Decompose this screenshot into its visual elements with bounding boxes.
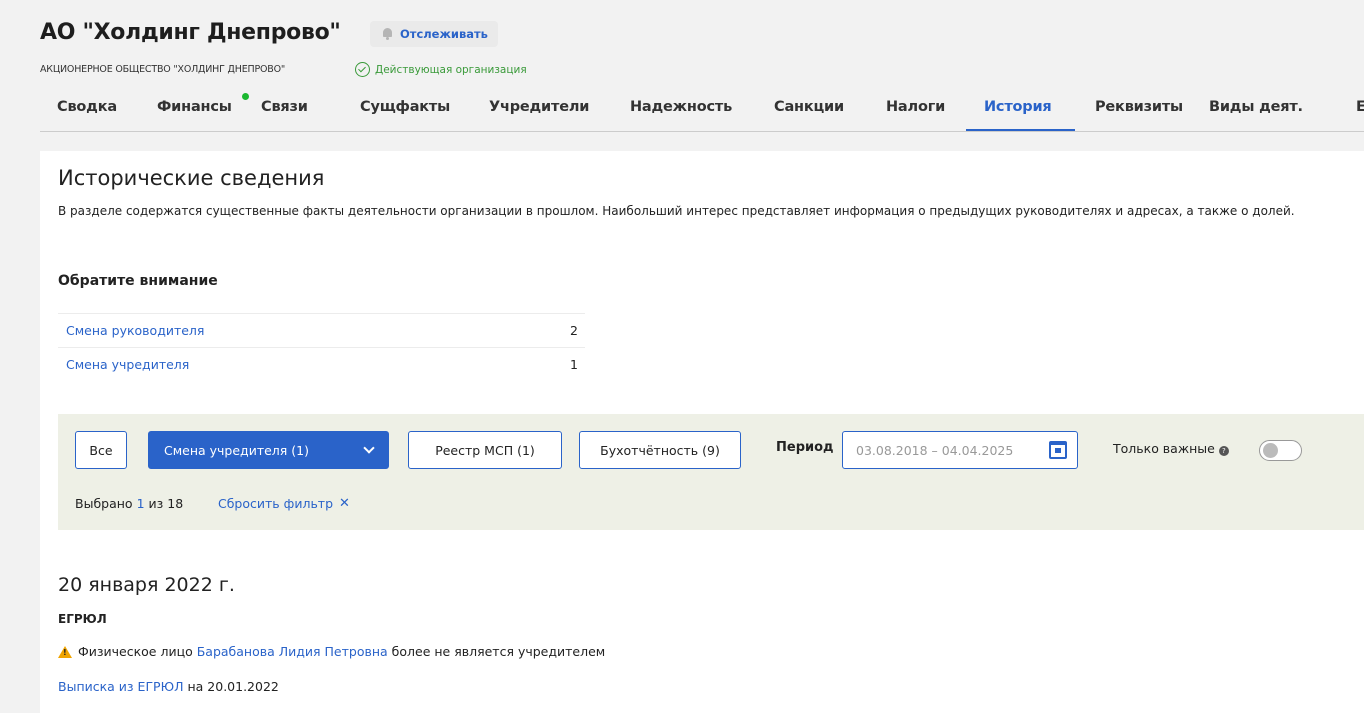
info-icon[interactable]: ? (1218, 446, 1229, 456)
tab-facts[interactable]: Сущфакты (360, 99, 450, 115)
tab-activities[interactable]: Виды деят. (1209, 99, 1303, 115)
calendar-icon[interactable] (1049, 441, 1067, 459)
event-date: 20 января 2022 г. (58, 574, 235, 596)
egrul-extract-link[interactable]: Выписка из ЕГРЮЛ (58, 679, 184, 694)
filter-panel: Все Смена учредителя (1) Реестр МСП (1) … (58, 414, 1364, 530)
selected-count-text: Выбрано 1 из 18 (75, 496, 184, 511)
period-date-input[interactable]: 03.08.2018 – 04.04.2025 (842, 431, 1078, 469)
tab-bar: Сводка Финансы Связи Сущфакты Учредители… (40, 92, 1364, 132)
active-tab-underline (966, 129, 1075, 131)
important-only-toggle[interactable] (1259, 440, 1302, 461)
tab-sanctions[interactable]: Санкции (774, 99, 844, 115)
tab-summary[interactable]: Сводка (57, 99, 117, 115)
page-title: АО "Холдинг Днепрово" (40, 20, 341, 45)
list-item: Смена руководителя 2 (58, 313, 585, 347)
org-status-badge: Действующая организация (355, 62, 527, 77)
warning-icon (58, 645, 72, 658)
close-icon: ✕ (339, 496, 350, 511)
filter-founder-change-dropdown[interactable]: Смена учредителя (1) (148, 431, 389, 469)
list-item: Смена учредителя 1 (58, 347, 585, 381)
extract-line: Выписка из ЕГРЮЛ на 20.01.2022 (58, 679, 279, 694)
tab-taxes[interactable]: Налоги (886, 99, 945, 115)
org-full-name: АКЦИОНЕРНОЕ ОБЩЕСТВО "ХОЛДИНГ ДНЕПРОВО" (40, 64, 286, 75)
chevron-down-icon (363, 442, 375, 454)
new-indicator-dot (242, 93, 249, 100)
period-value: 03.08.2018 – 04.04.2025 (856, 443, 1014, 458)
tab-finance[interactable]: Финансы (157, 99, 232, 115)
attention-count: 2 (570, 323, 578, 338)
section-title: Исторические сведения (58, 166, 325, 190)
tab-more[interactable]: Е (1356, 99, 1364, 115)
attention-link-founder-change[interactable]: Смена учредителя (66, 357, 189, 372)
person-link[interactable]: Барабанова Лидия Петровна (197, 644, 388, 659)
filter-msp-button[interactable]: Реестр МСП (1) (408, 431, 562, 469)
section-description: В разделе содержатся существенные факты … (58, 204, 1295, 218)
tab-links[interactable]: Связи (261, 99, 308, 115)
event-description: Физическое лицо Барабанова Лидия Петровн… (58, 644, 605, 659)
attention-link-director-change[interactable]: Смена руководителя (66, 323, 204, 338)
bell-icon (382, 28, 393, 40)
follow-button[interactable]: Отслеживать (370, 21, 498, 47)
attention-title: Обратите внимание (58, 273, 218, 289)
period-label: Период (776, 440, 834, 455)
tab-requisites[interactable]: Реквизиты (1095, 99, 1183, 115)
filter-all-button[interactable]: Все (75, 431, 127, 469)
filter-accounting-button[interactable]: Бухотчётность (9) (579, 431, 741, 469)
attention-count: 1 (570, 357, 578, 372)
tab-history[interactable]: История (984, 99, 1052, 115)
org-status-label: Действующая организация (375, 63, 527, 76)
attention-list: Смена руководителя 2 Смена учредителя 1 (58, 313, 585, 381)
check-circle-icon (355, 62, 370, 77)
important-only-label: Только важные? (1113, 441, 1229, 456)
tab-founders[interactable]: Учредители (489, 99, 589, 115)
event-source: ЕГРЮЛ (58, 612, 107, 626)
reset-filter-link[interactable]: Сбросить фильтр ✕ (218, 496, 350, 511)
follow-button-label: Отслеживать (400, 27, 488, 41)
filter-selected-label: Смена учредителя (1) (164, 442, 309, 458)
tab-reliability[interactable]: Надежность (630, 99, 732, 115)
